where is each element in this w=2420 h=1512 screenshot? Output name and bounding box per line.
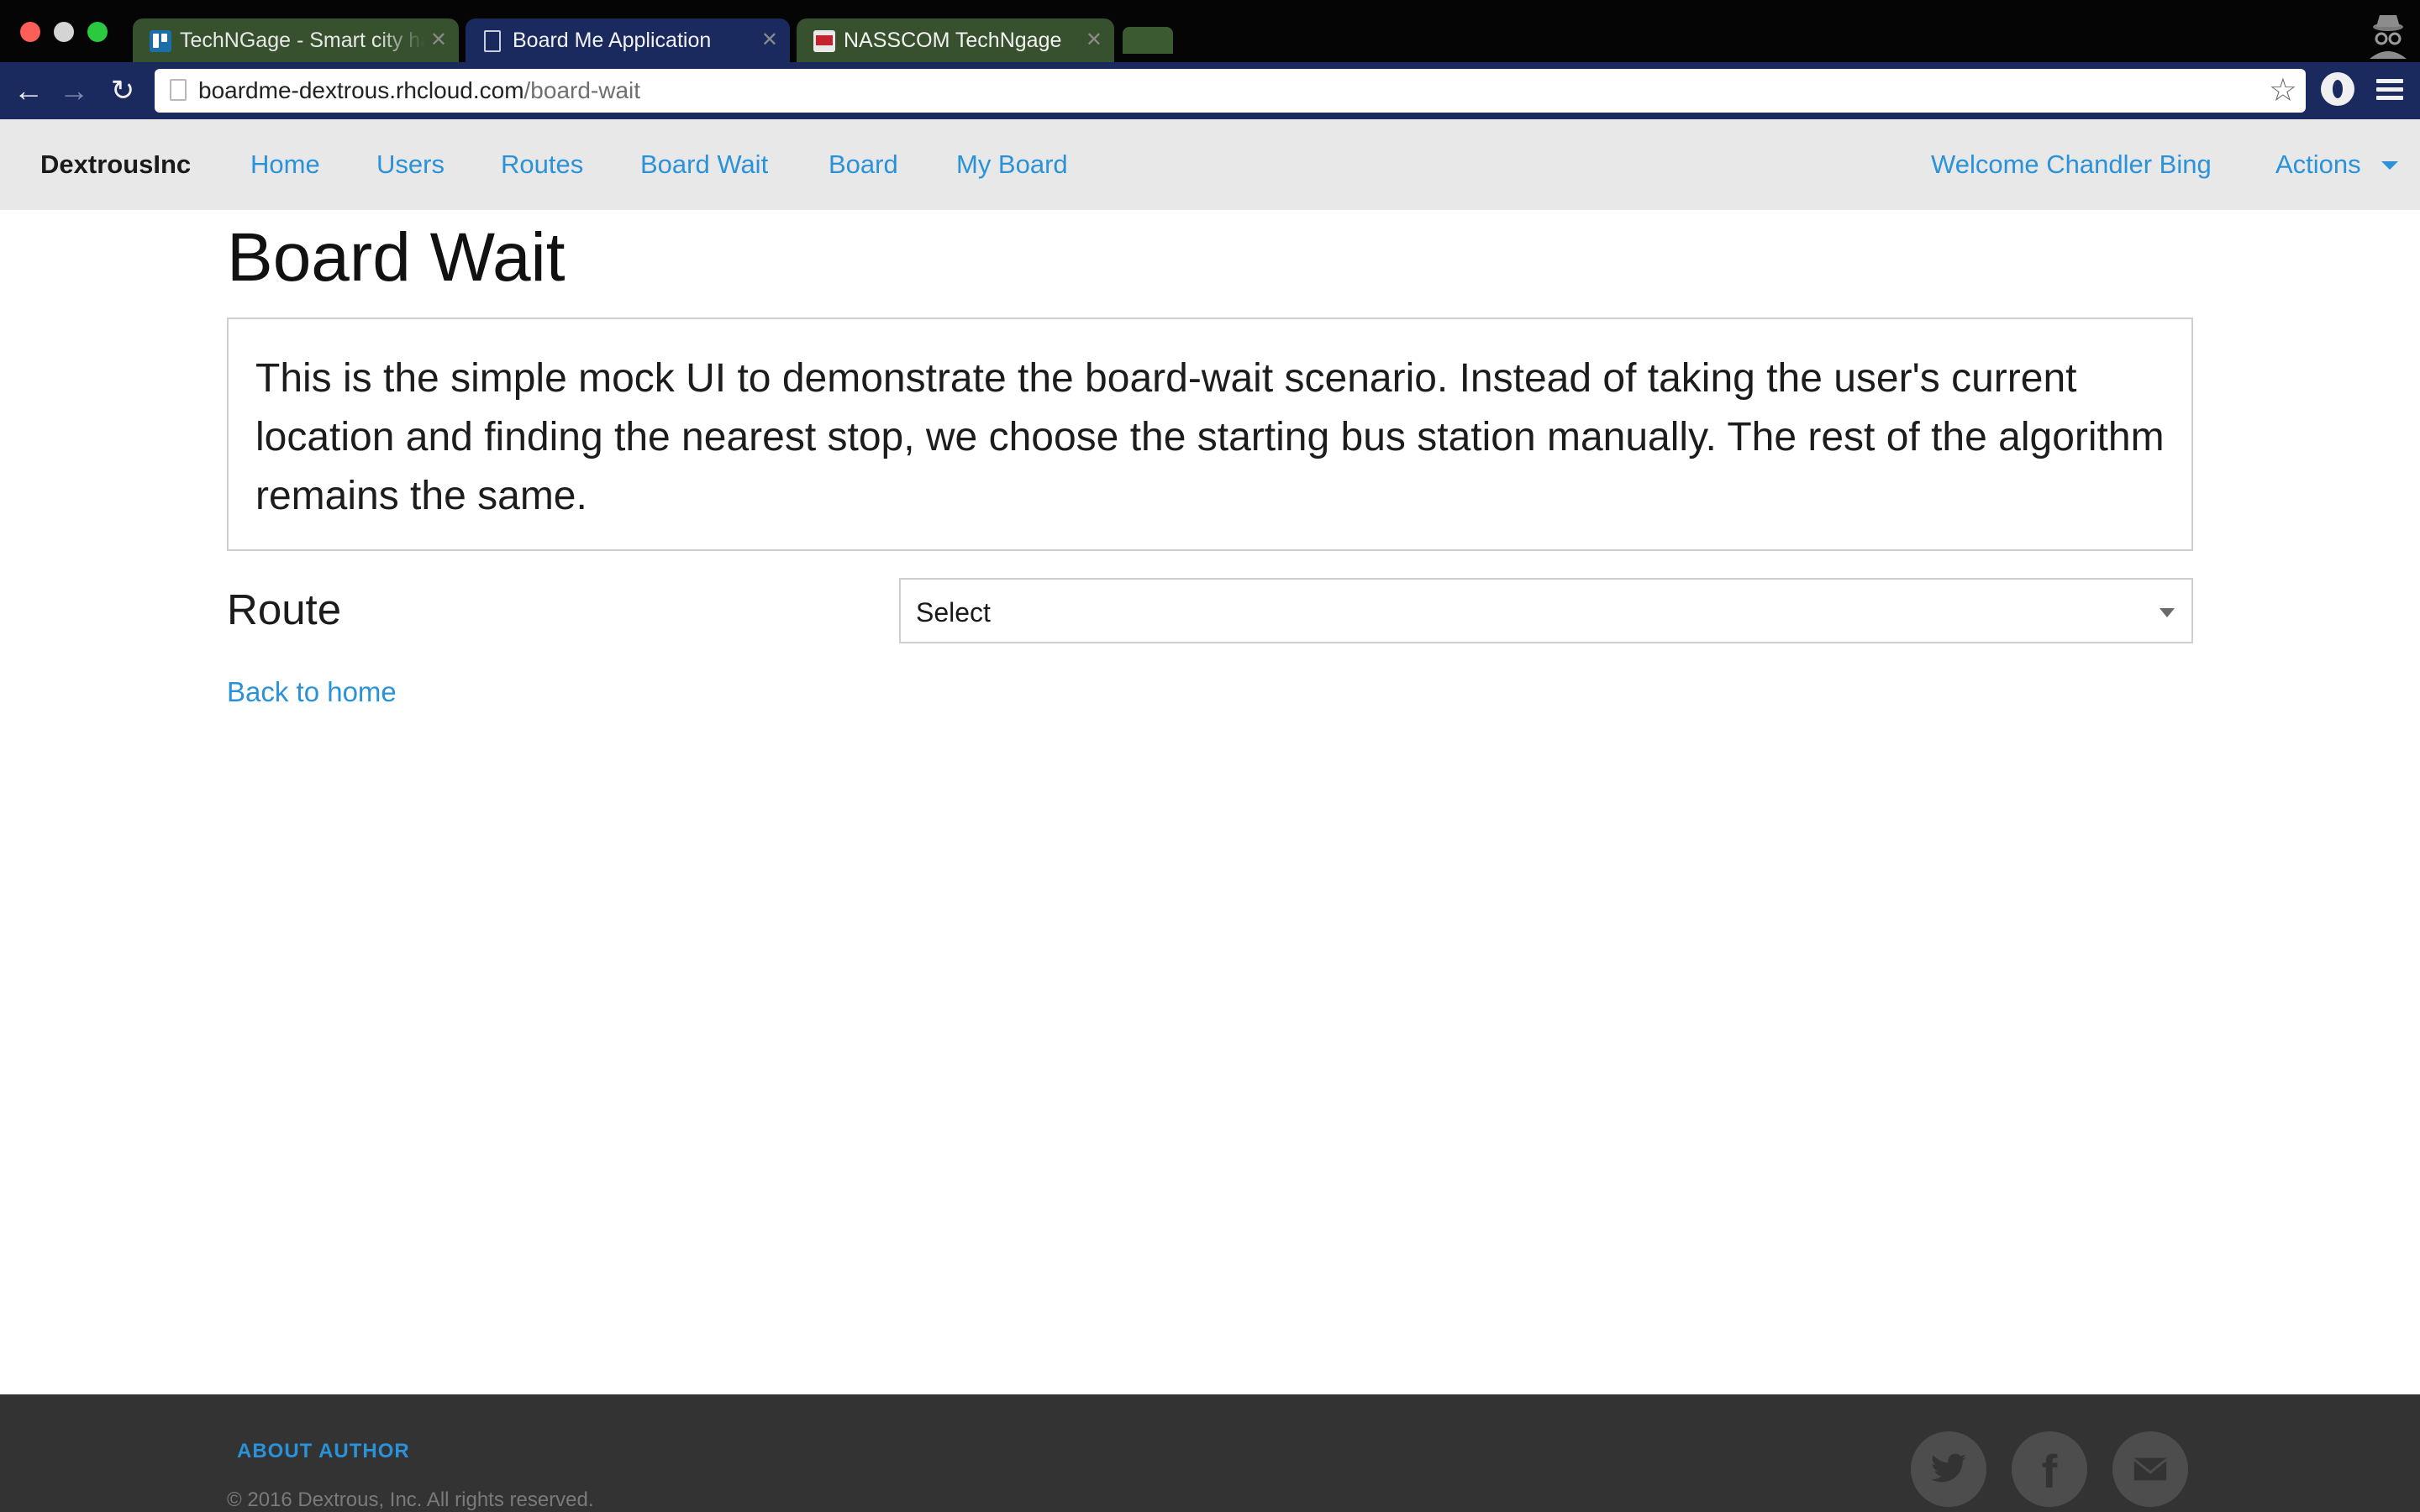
page-icon (170, 79, 187, 101)
bookmark-star-icon[interactable]: ☆ (2269, 72, 2297, 109)
page-title: Board Wait (227, 219, 566, 296)
copyright-text: © 2016 Dextrous, Inc. All rights reserve… (227, 1488, 594, 1511)
brand-link[interactable]: DextrousInc (40, 119, 191, 210)
nav-routes[interactable]: Routes (501, 119, 583, 210)
nasscom-icon (813, 30, 835, 52)
info-text: This is the simple mock UI to demonstrat… (255, 356, 2165, 518)
address-bar[interactable]: boardme-dextrous.rhcloud.com/board-wait … (155, 69, 2306, 113)
document-icon (484, 30, 501, 52)
back-to-home-link[interactable]: Back to home (227, 674, 397, 711)
nav-home[interactable]: Home (250, 119, 320, 210)
extension-icon[interactable] (2321, 72, 2354, 106)
new-tab-button[interactable] (1123, 27, 1173, 54)
nav-my-board[interactable]: My Board (956, 119, 1068, 210)
browser-tab-board-me[interactable]: Board Me Application ✕ (466, 18, 790, 62)
envelope-shape (2133, 1457, 2167, 1481)
facebook-icon[interactable]: f (2012, 1431, 2087, 1507)
browser-toolbar: ← → ↻ boardme-dextrous.rhcloud.com/board… (0, 62, 2420, 119)
url-path: /board-wait (523, 77, 641, 103)
route-select[interactable]: Select (899, 578, 2193, 643)
browser-tab-technngage[interactable]: TechNGage - Smart city ha ✕ (133, 18, 459, 62)
route-label: Route (227, 585, 342, 633)
url-host: boardme-dextrous.rhcloud.com (198, 77, 524, 103)
footer: ABOUT AUTHOR © 2016 Dextrous, Inc. All r… (0, 1394, 2420, 1512)
reload-icon[interactable]: ↻ (104, 72, 141, 109)
caret-down-icon[interactable] (2381, 161, 2398, 170)
trello-icon (150, 30, 171, 52)
tab-title: Board Me Application (513, 29, 712, 52)
nav-board-wait[interactable]: Board Wait (640, 119, 768, 210)
welcome-user-link[interactable]: Welcome Chandler Bing (1931, 119, 2212, 210)
nav-users[interactable]: Users (376, 119, 445, 210)
tab-close-icon[interactable]: ✕ (761, 18, 778, 62)
back-arrow-icon[interactable]: ← (10, 72, 47, 109)
twitter-bird-shape (1930, 1453, 1967, 1483)
select-arrow-icon (2160, 608, 2175, 617)
tab-close-icon[interactable]: ✕ (430, 18, 447, 62)
app-navbar: DextrousInc Home Users Routes Board Wait… (0, 119, 2420, 210)
tab-close-icon[interactable]: ✕ (1086, 18, 1102, 62)
mail-icon[interactable] (2112, 1431, 2188, 1507)
info-panel: This is the simple mock UI to demonstrat… (227, 318, 2193, 551)
tab-title: TechNGage - Smart city ha (180, 29, 425, 52)
tab-title: NASSCOM TechNgage (844, 29, 1062, 52)
route-select-value: Select (916, 597, 991, 627)
about-author-link[interactable]: ABOUT AUTHOR (237, 1440, 410, 1463)
window-close-button[interactable] (20, 22, 40, 42)
window-zoom-button[interactable] (87, 22, 108, 42)
browser-tab-strip: TechNGage - Smart city ha ✕ Board Me App… (0, 0, 2420, 62)
forward-arrow-icon[interactable]: → (55, 72, 92, 109)
window-minimize-button[interactable] (54, 22, 74, 42)
nav-board[interactable]: Board (829, 119, 898, 210)
twitter-icon[interactable] (1911, 1431, 1986, 1507)
url-text: boardme-dextrous.rhcloud.com/board-wait (198, 69, 640, 113)
incognito-icon (2370, 15, 2407, 59)
browser-tab-nasscom[interactable]: NASSCOM TechNgage ✕ (797, 18, 1114, 62)
actions-dropdown[interactable]: Actions (2275, 119, 2361, 210)
hamburger-menu-icon[interactable] (2376, 79, 2403, 102)
